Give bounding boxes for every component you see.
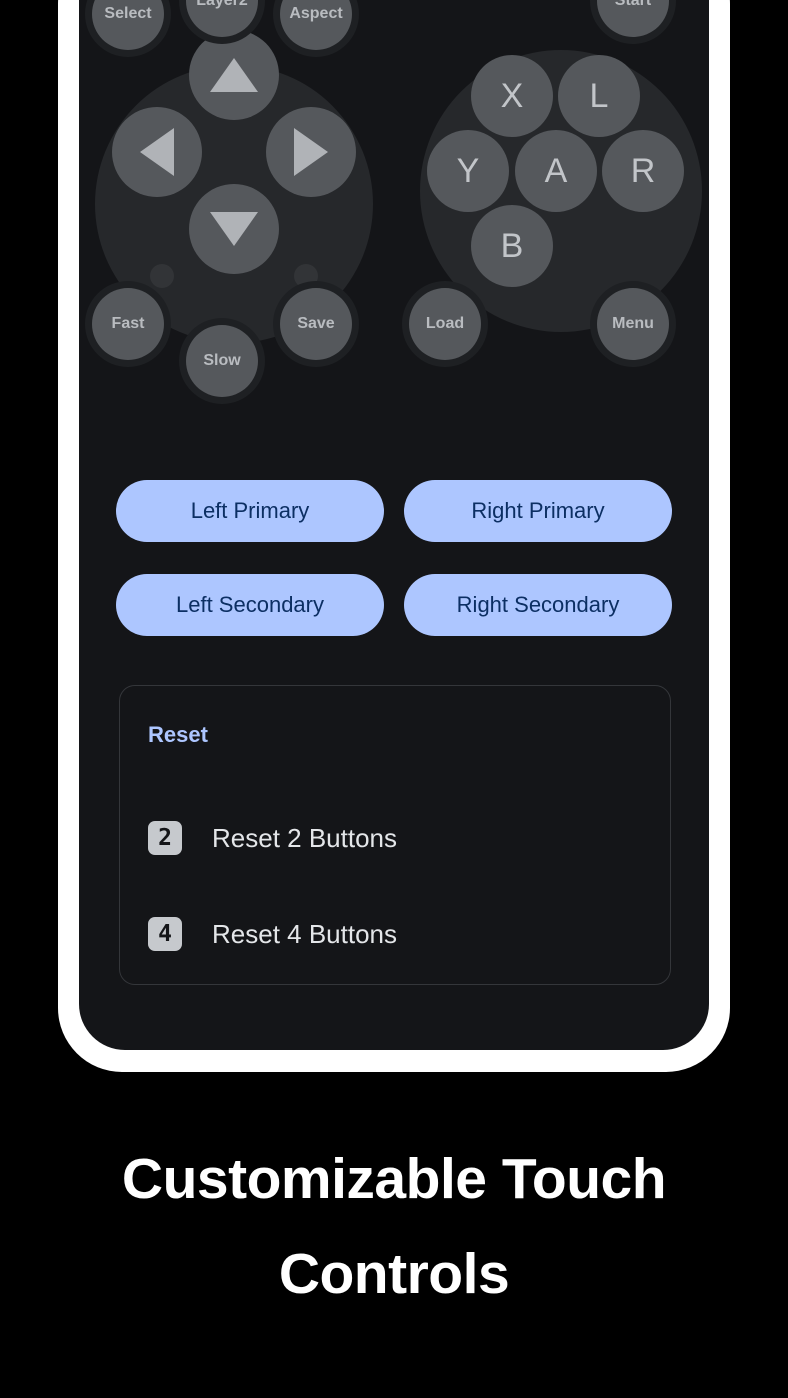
- phone-screen: Select Layer2 Aspect Fast Slow Save X L …: [79, 0, 709, 1050]
- x-button[interactable]: X: [471, 55, 553, 137]
- reset-2-buttons-label: Reset 2 Buttons: [212, 822, 397, 853]
- caption: Customizable Touch Controls: [0, 1132, 788, 1321]
- number-4-icon: 4: [148, 917, 182, 951]
- l-button[interactable]: L: [558, 55, 640, 137]
- phone-frame: Select Layer2 Aspect Fast Slow Save X L …: [58, 0, 730, 1072]
- reset-card-title: Reset: [148, 722, 208, 747]
- save-button[interactable]: Save: [280, 288, 352, 360]
- arrow-up-icon: [210, 58, 258, 92]
- arrow-down-icon: [210, 212, 258, 246]
- dpad-down-button[interactable]: [189, 184, 279, 274]
- slow-button[interactable]: Slow: [186, 325, 258, 397]
- reset-2-buttons-row[interactable]: 2 Reset 2 Buttons: [120, 802, 670, 874]
- reset-4-buttons-label: Reset 4 Buttons: [212, 918, 397, 949]
- arrow-right-icon: [294, 128, 328, 176]
- start-button[interactable]: Start: [597, 0, 669, 37]
- dpad-diagonal-dot-downright: [294, 264, 318, 288]
- load-button[interactable]: Load: [409, 288, 481, 360]
- b-button[interactable]: B: [471, 205, 553, 287]
- select-button[interactable]: Select: [92, 0, 164, 50]
- right-primary-button[interactable]: Right Primary: [404, 480, 672, 542]
- gamepad-overlay: Select Layer2 Aspect Fast Slow Save X L …: [79, 0, 709, 525]
- fast-button[interactable]: Fast: [92, 288, 164, 360]
- caption-line-1: Customizable Touch: [121, 1147, 667, 1211]
- dpad-right-button[interactable]: [266, 107, 356, 197]
- menu-button[interactable]: Menu: [597, 288, 669, 360]
- dpad-diagonal-dot-downleft: [150, 264, 174, 288]
- aspect-button[interactable]: Aspect: [280, 0, 352, 50]
- y-button[interactable]: Y: [427, 130, 509, 212]
- button-assignment-grid: Left Primary Right Primary Left Secondar…: [116, 480, 672, 636]
- dpad-up-button[interactable]: [189, 30, 279, 120]
- dpad-left-button[interactable]: [112, 107, 202, 197]
- reset-4-buttons-row[interactable]: 4 Reset 4 Buttons: [120, 898, 670, 970]
- right-secondary-button[interactable]: Right Secondary: [404, 574, 672, 636]
- left-secondary-button[interactable]: Left Secondary: [116, 574, 384, 636]
- r-button[interactable]: R: [602, 130, 684, 212]
- caption-line-2: Controls: [278, 1241, 510, 1306]
- a-button[interactable]: A: [515, 130, 597, 212]
- left-primary-button[interactable]: Left Primary: [116, 480, 384, 542]
- number-2-icon: 2: [148, 821, 182, 855]
- arrow-left-icon: [140, 128, 174, 176]
- reset-card: Reset 2 Reset 2 Buttons 4 Reset 4 Button…: [119, 685, 671, 985]
